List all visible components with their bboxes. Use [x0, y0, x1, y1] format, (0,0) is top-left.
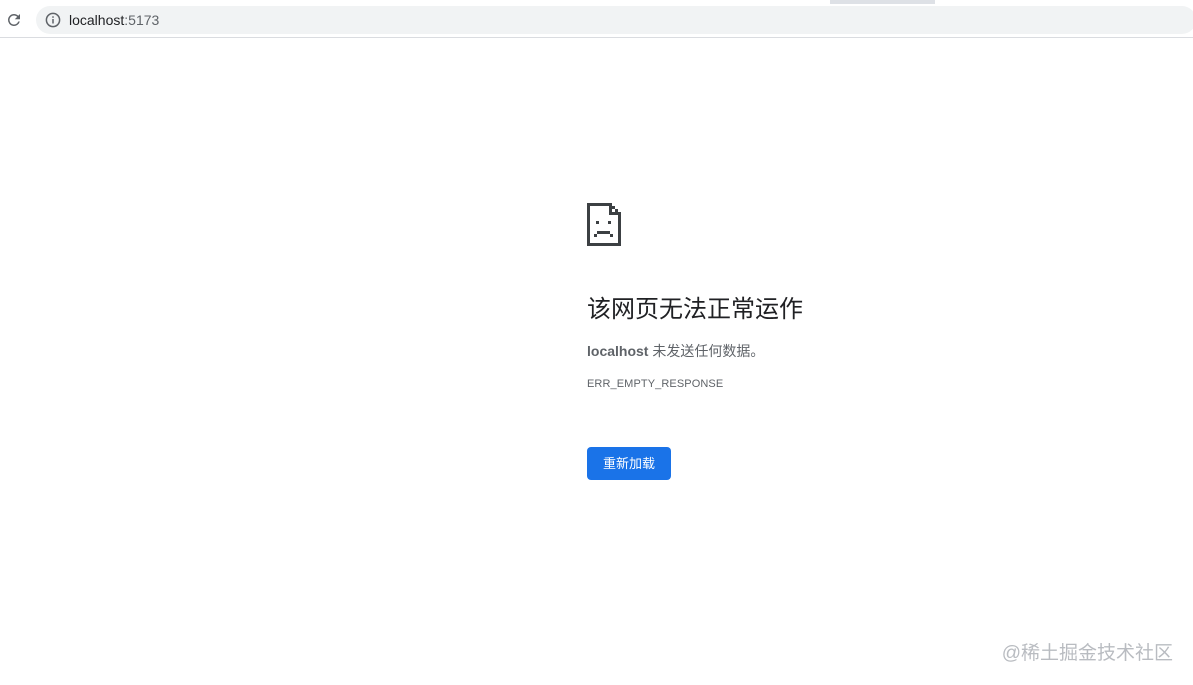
url-host: localhost	[69, 12, 125, 28]
error-description-text: 未发送任何数据。	[648, 343, 765, 359]
watermark: @稀土掘金技术社区	[1001, 643, 1173, 664]
browser-toolbar: localhost:5173	[0, 4, 1193, 38]
reload-button[interactable]: 重新加载	[587, 447, 672, 480]
sad-document-icon	[587, 203, 621, 246]
browser-window: localhost:5173 该网页无法正常运作 localhost 未发送任何…	[0, 0, 1193, 685]
error-page: 该网页无法正常运作 localhost 未发送任何数据。 ERR_EMPTY_R…	[587, 203, 1147, 480]
address-bar[interactable]: localhost:5173	[36, 6, 1193, 34]
info-icon[interactable]	[45, 12, 61, 28]
browser-reload-button[interactable]	[2, 8, 26, 32]
url-port: :5173	[124, 12, 160, 28]
error-host: localhost	[587, 343, 649, 359]
error-code[interactable]: ERR_EMPTY_RESPONSE	[587, 377, 1147, 391]
url-text[interactable]: localhost:5173	[69, 12, 159, 28]
error-description: localhost 未发送任何数据。	[587, 342, 1147, 360]
reload-icon	[7, 13, 20, 26]
error-title: 该网页无法正常运作	[587, 296, 803, 323]
